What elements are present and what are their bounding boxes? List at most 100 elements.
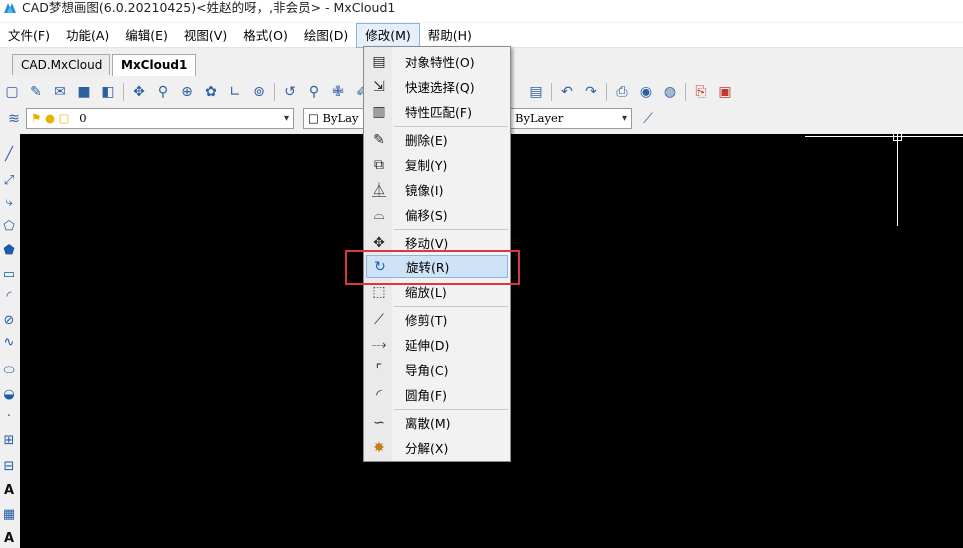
draw-toolbar: ╱ ⤢ ⤷ ⬠ ⬟ ▭ ◜ ⊘ ∿ ⬭ ◒ · ⊞ ⊟ A ▦ A	[0, 134, 20, 548]
polyline-icon[interactable]: ⤷	[0, 192, 18, 212]
line-icon[interactable]: ╱	[0, 144, 18, 164]
mtext-icon[interactable]: A	[0, 528, 18, 548]
export-pdf-icon[interactable]: ⎘	[691, 82, 711, 102]
decompose-icon: ✸	[373, 439, 385, 456]
save-icon[interactable]: ■	[74, 82, 94, 102]
circle-icon[interactable]: ⊘	[0, 310, 18, 330]
lineweight-select[interactable]: ByLayer ▾	[510, 108, 632, 129]
menu-item-erase[interactable]: ✎ 删除(E)	[366, 128, 508, 151]
save-as-icon[interactable]: ◧	[98, 82, 118, 102]
ucs-icon[interactable]: ∟	[225, 82, 245, 102]
menu-bar: 文件(F) 功能(A) 编辑(E) 视图(V) 格式(O) 绘图(D) 修改(M…	[0, 22, 963, 48]
quick-select-icon: ⇲	[373, 78, 385, 95]
zoom-window-icon[interactable]: ⊕	[177, 82, 197, 102]
menu-draw[interactable]: 绘图(D)	[296, 23, 356, 48]
menu-item-match-properties[interactable]: ▥ 特性匹配(F)	[366, 100, 508, 123]
menu-edit[interactable]: 编辑(E)	[117, 23, 176, 48]
point-icon[interactable]: ·	[0, 406, 18, 426]
copy-icon: ⧉	[374, 156, 384, 173]
arc-icon[interactable]: ◜	[0, 286, 18, 306]
pentagon-icon[interactable]: ⬟	[0, 240, 18, 260]
menu-help[interactable]: 帮助(H)	[420, 23, 480, 48]
offset-icon: ⌓	[373, 206, 385, 223]
color-value: ByLay	[322, 111, 359, 125]
open-folder-icon[interactable]: ✉	[50, 82, 70, 102]
ellipse-icon[interactable]: ⬭	[0, 360, 18, 380]
color-swatch-icon: □	[308, 111, 323, 125]
toolbar-separator	[123, 82, 124, 101]
lineweight-value: ByLayer	[515, 111, 564, 125]
layer-select[interactable]: ⚑ ● ▢ 0 ▾	[26, 108, 294, 129]
zoom-extents-icon[interactable]: ✿	[201, 82, 221, 102]
menu-item-copy[interactable]: ⧉ 复制(Y)	[366, 153, 508, 176]
window-title: CAD梦想画图(6.0.20210425)<姓赵的呀，,非会员> - MxClo…	[22, 0, 396, 15]
polygon-icon[interactable]: ⬠	[0, 216, 18, 236]
zoom-in-icon[interactable]: ⚲	[304, 82, 324, 102]
rectangle-icon[interactable]: ▭	[0, 264, 18, 284]
menu-item-quick-select[interactable]: ⇲ 快速选择(Q)	[366, 75, 508, 98]
mirror-icon: ⏅	[372, 182, 386, 199]
menu-item-object-properties[interactable]: ▤ 对象特性(O)	[366, 50, 508, 73]
tab-cad-mxcloud[interactable]: CAD.MxCloud	[12, 54, 110, 75]
menu-item-mirror[interactable]: ⏅ 镜像(I)	[366, 178, 508, 201]
zoom-all-icon[interactable]: ⊚	[249, 82, 269, 102]
menu-function[interactable]: 功能(A)	[58, 23, 117, 48]
spline-icon[interactable]: ∿	[0, 332, 18, 352]
menu-item-discrete[interactable]: ∽ 离散(M)	[366, 411, 508, 434]
pan-icon[interactable]: ✥	[129, 82, 149, 102]
menu-item-label: 分解(X)	[405, 441, 449, 456]
export-image-icon[interactable]: ▣	[715, 82, 735, 102]
globe-icon[interactable]: ◍	[660, 82, 680, 102]
toolbar-separator	[606, 82, 607, 101]
menu-item-label: 特性匹配(F)	[405, 105, 472, 120]
properties-panel-icon[interactable]: ▤	[526, 82, 546, 102]
menu-item-trim[interactable]: ⟋ 修剪(T)	[366, 308, 508, 331]
menu-item-label: 修剪(T)	[405, 313, 448, 328]
menu-item-label: 离散(M)	[405, 416, 451, 431]
menu-item-label: 镜像(I)	[405, 183, 444, 198]
open-file-icon[interactable]: ✎	[26, 82, 46, 102]
block-insert-icon[interactable]: ⊞	[0, 430, 18, 450]
erase-icon: ✎	[373, 131, 385, 148]
menu-item-extend[interactable]: ⤏ 延伸(D)	[366, 333, 508, 356]
tab-mxcloud1[interactable]: MxCloud1	[112, 54, 196, 76]
menu-item-label: 偏移(S)	[405, 208, 448, 223]
menu-separator	[394, 306, 508, 307]
table-icon[interactable]: ▦	[0, 504, 18, 524]
menu-view[interactable]: 视图(V)	[176, 23, 235, 48]
crosshair-vertical	[897, 134, 898, 226]
move-view-icon[interactable]: ✙	[328, 82, 348, 102]
undo-icon[interactable]: ↶	[557, 82, 577, 102]
menu-item-offset[interactable]: ⌓ 偏移(S)	[366, 203, 508, 226]
menu-item-fillet[interactable]: ◜ 圆角(F)	[366, 383, 508, 406]
ellipse-arc-icon[interactable]: ◒	[0, 384, 18, 404]
match-layer-icon[interactable]: ⟋	[638, 109, 658, 129]
menu-item-label: 删除(E)	[405, 133, 448, 148]
chevron-down-icon: ▾	[283, 113, 289, 124]
menu-item-label: 导角(C)	[405, 363, 449, 378]
menu-item-decompose[interactable]: ✸ 分解(X)	[366, 436, 508, 459]
zoom-previous-icon[interactable]: ↺	[280, 82, 300, 102]
xline-icon[interactable]: ⤢	[0, 170, 18, 190]
crosshair-pickbox	[893, 132, 902, 141]
color-select[interactable]: □ ByLay	[303, 108, 365, 129]
menu-separator	[394, 229, 508, 230]
new-file-icon[interactable]: ▢	[2, 82, 22, 102]
text-icon[interactable]: A	[0, 480, 18, 500]
render-icon[interactable]: ◉	[636, 82, 656, 102]
block-make-icon[interactable]: ⊟	[0, 456, 18, 476]
menu-item-chamfer[interactable]: ⌜ 导角(C)	[366, 358, 508, 381]
menu-modify[interactable]: 修改(M)	[356, 22, 420, 48]
menu-separator	[394, 409, 508, 410]
menu-file[interactable]: 文件(F)	[0, 23, 58, 48]
menu-item-label: 复制(Y)	[405, 158, 448, 173]
menu-format[interactable]: 格式(O)	[235, 23, 296, 48]
menu-item-label: 快速选择(Q)	[405, 80, 475, 95]
print-icon[interactable]: ⎙	[612, 82, 632, 102]
layer-manager-icon[interactable]: ≋	[4, 109, 24, 129]
object-properties-icon: ▤	[372, 53, 386, 70]
redo-icon[interactable]: ↷	[581, 82, 601, 102]
app-window: CAD梦想画图(6.0.20210425)<姓赵的呀，,非会员> - MxClo…	[0, 0, 963, 548]
zoom-realtime-icon[interactable]: ⚲	[153, 82, 173, 102]
menu-separator	[394, 126, 508, 127]
